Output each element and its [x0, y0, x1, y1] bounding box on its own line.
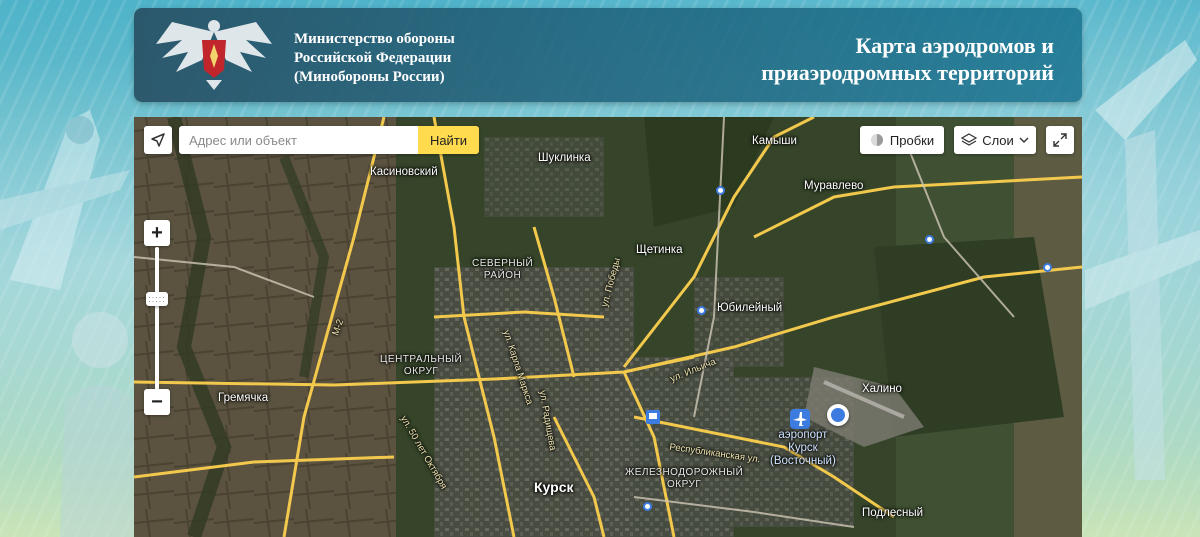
traffic-button[interactable]: Пробки: [860, 126, 944, 154]
search-button[interactable]: Найти: [418, 126, 479, 154]
transit-stop-marker[interactable]: [697, 306, 706, 315]
satellite-map-base: [134, 117, 1082, 537]
map-label-severny-district: СЕВЕРНЫЙ РАЙОН: [472, 258, 534, 281]
map-label-railway-district: ЖЕЛЕЗНОДОРОЖНЫЙ ОКРУГ: [625, 467, 744, 490]
map-label-kursk-city: Курск: [534, 479, 574, 495]
map-label-gremyachka: Гремячка: [218, 392, 269, 404]
page-title-line2: приаэродромных территорий: [761, 60, 1054, 85]
org-name-line3: (Минобороны России): [294, 69, 445, 85]
org-name-line1: Министерство обороны: [294, 31, 455, 47]
fullscreen-button[interactable]: [1046, 126, 1074, 154]
location-arrow-icon: [151, 133, 165, 147]
map-view[interactable]: Найти Пробки Слои + ::::: − Шуклинка Кам…: [134, 117, 1082, 537]
organization-name: Министерство обороны Российской Федераци…: [294, 30, 455, 87]
airport-icon: [790, 409, 810, 429]
map-label-kamyshi: Камыши: [752, 135, 797, 147]
layers-icon: [961, 133, 978, 146]
zoom-in-button[interactable]: +: [144, 220, 170, 246]
layers-button[interactable]: Слои: [954, 126, 1036, 154]
org-name-line2: Российской Федерации: [294, 50, 452, 66]
map-label-muravlevo: Муравлево: [804, 180, 864, 192]
map-label-yubileyny: Юбилейный: [717, 302, 783, 314]
geolocation-button[interactable]: [144, 126, 172, 154]
zoom-slider-track[interactable]: [155, 247, 159, 397]
background-jet-right: [1085, 40, 1200, 480]
map-search: Найти: [179, 126, 479, 154]
double-headed-eagle-emblem: [156, 20, 272, 90]
transit-stop-marker[interactable]: [925, 235, 934, 244]
zoom-slider-handle[interactable]: :::::: [146, 292, 168, 306]
chevron-down-icon: [1019, 137, 1029, 143]
transit-stop-marker[interactable]: [643, 502, 652, 511]
airfield-location-marker[interactable]: [827, 404, 849, 426]
transit-stop-marker[interactable]: [716, 186, 725, 195]
railway-station-icon: [646, 410, 660, 424]
traffic-light-icon: [870, 134, 883, 146]
zoom-out-button[interactable]: −: [144, 389, 170, 415]
transit-stop-marker[interactable]: [1043, 263, 1052, 272]
search-input[interactable]: [179, 126, 418, 154]
page-title: Карта аэродромов и приаэродромных террит…: [761, 32, 1054, 86]
page-title-line1: Карта аэродромов и: [855, 33, 1054, 58]
expand-icon: [1053, 133, 1067, 147]
layers-label: Слои: [982, 132, 1014, 148]
map-label-central-district: ЦЕНТРАЛЬНЫЙ ОКРУГ: [380, 354, 463, 377]
traffic-label: Пробки: [889, 132, 935, 148]
site-header: Министерство обороны Российской Федераци…: [134, 8, 1082, 102]
map-label-podlesny: Подлесный: [862, 507, 924, 519]
map-label-shuklinka: Шуклинка: [538, 152, 591, 164]
background-jet-left: [0, 110, 130, 290]
map-label-shchetinka: Щетинка: [636, 244, 683, 256]
map-label-khalino: Халино: [862, 383, 902, 395]
map-label-kasinovsky: Касиновский: [370, 166, 438, 178]
map-label-airport-kursk: аэропорт Курск (Восточный): [770, 429, 836, 467]
